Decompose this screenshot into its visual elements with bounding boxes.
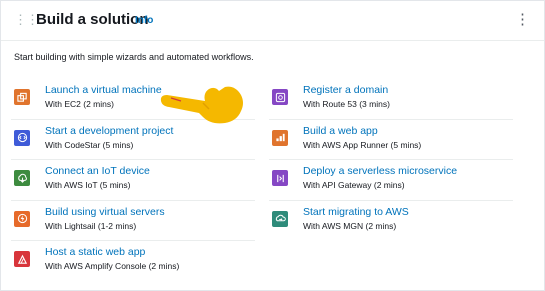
solution-item-register-domain[interactable]: Register a domain With Route 53 (3 mins): [269, 79, 513, 120]
solution-item-title[interactable]: Deploy a serverless microservice: [303, 165, 457, 177]
solution-item-subtitle: With EC2 (2 mins): [45, 99, 114, 109]
solution-item-title[interactable]: Build a web app: [303, 125, 378, 137]
solution-item-title[interactable]: Start a development project: [45, 125, 173, 137]
app-runner-icon: [272, 129, 288, 146]
build-solution-panel: ⋮⋮ Build a solution Info ⋮ Start buildin…: [0, 0, 545, 291]
right-solution-list: Register a domain With Route 53 (3 mins)…: [269, 79, 513, 241]
solution-item-title[interactable]: Launch a virtual machine: [45, 84, 162, 96]
solution-item-web-app[interactable]: Build a web app With AWS App Runner (5 m…: [269, 120, 513, 160]
panel-header: ⋮⋮ Build a solution Info ⋮: [1, 1, 544, 41]
solution-item-title[interactable]: Build using virtual servers: [45, 206, 165, 218]
solution-item-subtitle: With AWS MGN (2 mins): [303, 220, 397, 231]
solution-item-title[interactable]: Start migrating to AWS: [303, 206, 409, 218]
pointing-hand-icon: [160, 86, 243, 124]
solution-item-static-web-app[interactable]: Host a static web app With AWS Amplify C…: [11, 241, 255, 282]
ec2-icon: [14, 89, 30, 105]
solution-item-title[interactable]: Host a static web app: [45, 246, 145, 258]
solution-item-serverless-microservice[interactable]: Deploy a serverless microservice With AP…: [269, 160, 513, 201]
api-gateway-icon: [272, 170, 288, 186]
solution-item-iot-device[interactable]: Connect an IoT device With AWS IoT (5 mi…: [11, 160, 255, 201]
solution-item-subtitle: With API Gateway (2 mins): [303, 180, 405, 190]
solution-item-migrate[interactable]: Start migrating to AWS With AWS MGN (2 m…: [269, 201, 513, 242]
mgn-icon: [272, 210, 288, 227]
amplify-icon: [14, 251, 30, 267]
solution-item-subtitle: With AWS Amplify Console (2 mins): [45, 261, 180, 271]
solution-item-subtitle: With AWS IoT (5 mins): [45, 180, 131, 190]
more-options-icon[interactable]: ⋮: [515, 12, 530, 28]
solution-item-subtitle: With CodeStar (5 mins): [45, 139, 134, 150]
solution-item-subtitle: With Route 53 (3 mins): [303, 99, 390, 109]
panel-title: Build a solution: [36, 11, 149, 28]
iot-icon: [14, 170, 30, 186]
codestar-icon: [14, 129, 30, 146]
lightsail-icon: [14, 210, 30, 227]
solution-item-subtitle: With Lightsail (1-2 mins): [45, 220, 137, 231]
solution-item-title[interactable]: Connect an IoT device: [45, 165, 150, 177]
solution-item-virtual-servers[interactable]: Build using virtual servers With Lightsa…: [11, 201, 255, 241]
panel-subtitle: Start building with simple wizards and a…: [14, 52, 254, 62]
solution-item-title[interactable]: Register a domain: [303, 84, 388, 96]
route53-icon: [272, 89, 288, 105]
info-link[interactable]: Info: [135, 15, 153, 26]
drag-handle-icon[interactable]: ⋮⋮: [14, 13, 39, 27]
solution-item-subtitle: With AWS App Runner (5 mins): [303, 139, 422, 150]
